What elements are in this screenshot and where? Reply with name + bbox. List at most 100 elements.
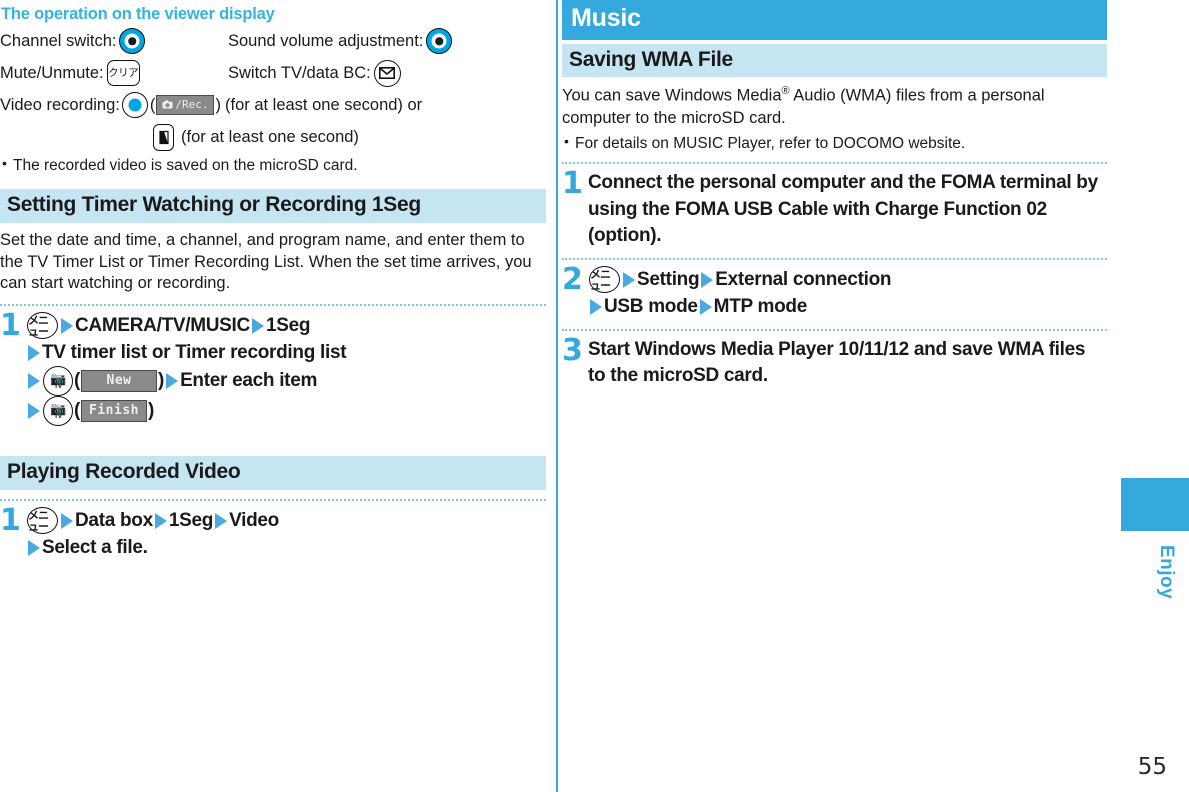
paren-close: ) xyxy=(215,95,221,114)
dotted-separator xyxy=(0,499,546,502)
operation-label: Channel switch: xyxy=(0,31,117,50)
operation-row: Channel switch: Sound volume adjustment: xyxy=(0,26,546,56)
paren-open: ( xyxy=(74,400,81,422)
step-timer-1: 1 メニュー CAMERA/TV/MUSIC 1Seg TV timer lis… xyxy=(0,308,546,427)
nav-key-icon xyxy=(426,28,453,54)
arrow-icon xyxy=(61,512,73,529)
step-content: メニュー CAMERA/TV/MUSIC 1Seg TV timer list … xyxy=(26,312,546,427)
arrow-icon xyxy=(28,344,40,361)
step-target[interactable]: 1Seg xyxy=(169,508,214,534)
page-number: 55 xyxy=(1137,754,1167,780)
arrow-icon xyxy=(623,271,635,288)
step-line: 📷 TV ( New ) Enter each item xyxy=(26,366,546,397)
tv-label: TV xyxy=(54,412,62,420)
step-line: TV timer list or Timer recording list xyxy=(26,339,546,366)
music-player-note: For details on MUSIC Player, refer to DO… xyxy=(562,133,1107,154)
operation-label: Switch TV/data BC: xyxy=(228,63,371,82)
center-select-key-icon xyxy=(121,92,148,118)
rec-softkey-badge: /Rec. xyxy=(156,95,215,115)
step-content: メニュー Data box 1Seg Video Select a file. xyxy=(26,507,546,561)
menu-key-icon[interactable]: メニュー xyxy=(589,266,620,294)
video-recording-suffix-2: (for at least one second) xyxy=(181,127,359,146)
registered-mark: ® xyxy=(781,85,790,98)
step-target[interactable]: CAMERA/TV/MUSIC xyxy=(75,313,250,339)
arrow-icon xyxy=(28,403,40,420)
arrow-icon xyxy=(215,512,228,529)
step-target[interactable]: Select a file. xyxy=(42,535,148,561)
dotted-separator xyxy=(562,258,1107,261)
step-line: USB mode MTP mode xyxy=(588,293,1107,320)
step-number: 1 xyxy=(0,308,21,344)
step-line: 📷 TV ( Finish ) xyxy=(26,396,546,427)
arrow-icon xyxy=(590,298,602,315)
menu-key-icon[interactable]: メニュー xyxy=(27,507,58,535)
arrow-icon xyxy=(28,373,40,390)
step-playback-1: 1 メニュー Data box 1Seg Video Select a file… xyxy=(0,503,546,561)
arrow-icon xyxy=(251,317,264,334)
page-key-icon xyxy=(153,123,174,151)
rec-badge-text: /Rec. xyxy=(175,98,209,111)
clear-key-icon: クリア xyxy=(106,60,140,86)
side-tab-marker xyxy=(1121,478,1189,531)
mail-key-icon xyxy=(373,59,401,87)
intro-text-before: You can save Windows Media xyxy=(562,86,782,105)
menu-key-icon[interactable]: メニュー xyxy=(27,312,58,340)
step-target[interactable]: 1Seg xyxy=(266,313,311,339)
chapter-title: Music xyxy=(562,0,1107,40)
manual-page: The operation on the viewer display Chan… xyxy=(0,0,1189,792)
arrow-icon xyxy=(166,373,179,390)
operation-video-recording: Video recording: ( /Rec. ) (for at least… xyxy=(0,90,546,120)
left-column: The operation on the viewer display Chan… xyxy=(0,0,546,561)
operation-sound-volume: Sound volume adjustment: xyxy=(228,28,455,54)
step-number: 1 xyxy=(0,503,21,539)
step-line: メニュー Data box 1Seg Video xyxy=(26,507,546,535)
paren-close: ) xyxy=(148,400,155,422)
new-softkey-badge: New xyxy=(81,370,158,393)
operation-row: Mute/Unmute: クリア Switch TV/data BC: xyxy=(0,58,546,88)
camera-tv-key-icon[interactable]: 📷 TV xyxy=(43,366,73,397)
step-number: 1 xyxy=(562,166,583,202)
dotted-separator xyxy=(562,329,1107,332)
step-line: Select a file. xyxy=(26,534,546,561)
arrow-icon xyxy=(701,271,714,288)
operation-channel-switch: Channel switch: xyxy=(0,28,228,54)
finish-softkey-badge: Finish xyxy=(81,400,147,423)
nav-key-icon xyxy=(119,28,146,54)
side-tab-label: Enjoy xyxy=(1156,545,1177,600)
operation-switch-tv-data-bc: Switch TV/data BC: xyxy=(228,59,404,87)
step-target[interactable]: Setting xyxy=(637,267,700,293)
section-heading-playing-video: Playing Recorded Video xyxy=(0,456,546,491)
operation-label: Mute/Unmute: xyxy=(0,63,104,82)
step-wma-3: 3 Start Windows Media Player 10/11/12 an… xyxy=(562,333,1107,389)
arrow-icon xyxy=(28,539,40,556)
paren-open: ( xyxy=(149,95,156,114)
tv-label: TV xyxy=(54,382,62,390)
viewer-display-title: The operation on the viewer display xyxy=(1,5,275,23)
section-heading-timer: Setting Timer Watching or Recording 1Seg xyxy=(0,188,546,223)
arrow-icon xyxy=(699,298,712,315)
video-recording-suffix-1: (for at least one second) or xyxy=(224,95,423,114)
operation-label: Sound volume adjustment: xyxy=(228,31,424,50)
step-target[interactable]: MTP mode xyxy=(714,294,808,320)
step-content: Start Windows Media Player 10/11/12 and … xyxy=(588,339,1086,387)
step-target[interactable]: External connection xyxy=(715,267,891,293)
step-target[interactable]: Enter each item xyxy=(180,368,317,394)
dotted-separator xyxy=(0,304,546,307)
paren-open: ( xyxy=(74,370,81,392)
step-number: 2 xyxy=(562,262,583,298)
saving-wma-intro: You can save Windows Media® Audio (WMA) … xyxy=(562,84,1107,129)
step-target[interactable]: Data box xyxy=(75,508,153,534)
recorded-video-note: The recorded video is saved on the micro… xyxy=(0,155,546,176)
step-target[interactable]: TV timer list or Timer recording list xyxy=(42,340,347,366)
step-line: メニュー Setting External connection xyxy=(588,266,1107,294)
arrow-icon xyxy=(154,512,167,529)
step-target[interactable]: USB mode xyxy=(604,294,698,320)
operation-label: Video recording: xyxy=(0,95,120,114)
step-target[interactable]: Video xyxy=(229,508,279,534)
step-number: 3 xyxy=(562,333,583,369)
step-content: メニュー Setting External connection USB mod… xyxy=(588,266,1107,320)
camera-tv-key-icon[interactable]: 📷 TV xyxy=(43,396,73,427)
section-heading-saving-wma: Saving WMA File xyxy=(562,43,1107,78)
section-timer-body: Set the date and time, a channel, and pr… xyxy=(0,230,532,293)
step-wma-2: 2 メニュー Setting External connection USB m… xyxy=(562,262,1107,320)
